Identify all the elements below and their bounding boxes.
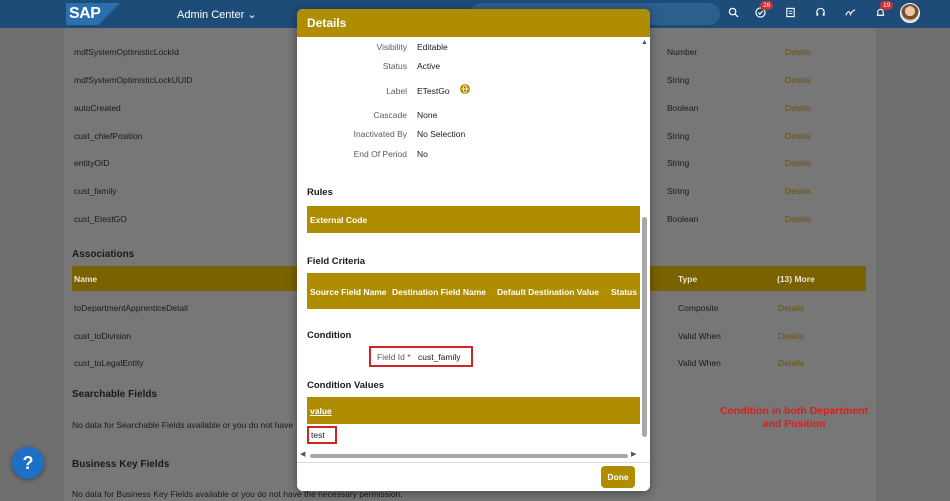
field-type: Number <box>667 47 698 57</box>
status-value: Active <box>417 61 441 71</box>
end-of-period-label: End Of Period <box>353 149 407 159</box>
dialog-body[interactable]: Visibility Editable Status Active Label … <box>297 37 650 462</box>
inactivated-by-value: No Selection <box>417 129 466 139</box>
value-column[interactable]: value <box>310 406 332 416</box>
default-destination-value-column: Default Destination Value <box>497 287 600 297</box>
annotation-note: Condition in both Department and Positio… <box>719 405 869 430</box>
value-cell: test <box>311 430 325 440</box>
scroll-right-icon[interactable]: ▶ <box>631 450 636 458</box>
approvals-badge: 26 <box>760 1 774 10</box>
name-column-header: Name <box>74 274 98 284</box>
association-type: Valid When <box>678 358 721 368</box>
end-of-period-value: No <box>417 149 428 159</box>
vertical-scrollbar[interactable]: ▲ <box>640 37 649 442</box>
horizontal-scroll-thumb[interactable] <box>310 454 628 458</box>
approvals-icon[interactable]: 26 <box>752 1 774 22</box>
app-title-menu[interactable]: Admin Center ⌄ <box>177 8 257 21</box>
details-link[interactable]: Details <box>785 75 811 85</box>
details-link[interactable]: Details <box>785 47 811 57</box>
notifications-badge: 19 <box>880 1 894 10</box>
visibility-label: Visibility <box>376 42 407 52</box>
association-name: cust_toDivision <box>74 331 132 341</box>
details-link[interactable]: Details <box>785 131 811 141</box>
rules-title: Rules <box>307 187 333 198</box>
condition-values-title: Condition Values <box>307 380 385 391</box>
field-id-value: cust_family <box>418 352 461 362</box>
field-id-highlight: Field Id * cust_family <box>369 346 473 367</box>
dialog-footer: Done <box>297 462 650 491</box>
details-link[interactable]: Details <box>778 331 804 341</box>
required-marker: * <box>407 352 411 362</box>
field-type: Boolean <box>667 214 699 224</box>
globe-icon[interactable] <box>460 84 470 94</box>
done-button[interactable]: Done <box>601 466 635 488</box>
association-name: cust_toLegalEntity <box>74 358 144 368</box>
condition-title: Condition <box>307 330 352 341</box>
association-type: Valid When <box>678 331 721 341</box>
label-value: ETestGo <box>417 86 450 96</box>
field-type: String <box>667 131 690 141</box>
notifications-icon[interactable]: 19 <box>872 1 894 22</box>
rules-table-header: External Code <box>307 206 640 233</box>
field-criteria-title: Field Criteria <box>307 256 366 267</box>
field-name: entityOID <box>74 158 110 168</box>
details-dialog: Details Visibility Editable Status Activ… <box>297 9 650 491</box>
status-column: Status <box>611 287 637 297</box>
details-link[interactable]: Details <box>778 358 804 368</box>
field-type: String <box>667 158 690 168</box>
field-name: cust_chiefPosition <box>74 131 143 141</box>
avatar[interactable] <box>900 3 920 23</box>
external-code-column: External Code <box>310 215 368 225</box>
field-id-label: Field Id * <box>377 352 411 362</box>
field-criteria-table-header: Source Field Name Destination Field Name… <box>307 273 640 309</box>
field-name: cust_EtestGO <box>74 214 127 224</box>
source-field-name-column: Source Field Name <box>310 287 387 297</box>
reports-icon[interactable] <box>782 6 798 22</box>
search-icon[interactable] <box>725 6 741 22</box>
dialog-title: Details <box>297 9 650 37</box>
association-type: Composite <box>678 303 719 313</box>
details-link[interactable]: Details <box>785 214 811 224</box>
inactivated-by-label: Inactivated By <box>353 129 407 139</box>
field-type: Boolean <box>667 103 699 113</box>
association-name: toDepartmentApprenticeDetail <box>74 303 188 313</box>
details-link[interactable]: Details <box>785 158 811 168</box>
details-link[interactable]: Details <box>785 103 811 113</box>
field-name: mdfSystemOptimisticLockUUID <box>74 75 193 85</box>
status-label: Status <box>382 61 407 71</box>
sign-icon[interactable] <box>842 6 858 22</box>
vertical-scroll-thumb[interactable] <box>642 217 647 437</box>
field-name: mdfSystemOptimisticLockId <box>74 47 179 57</box>
cascade-value: None <box>417 110 438 120</box>
value-row-highlight: test <box>307 426 337 444</box>
searchable-fields-empty: No data for Searchable Fields available … <box>72 420 294 430</box>
horizontal-scrollbar[interactable]: ◀ ▶ <box>297 450 640 462</box>
more-columns-button[interactable]: (13) More <box>777 274 815 284</box>
chevron-down-icon: ⌄ <box>247 9 257 21</box>
field-type: String <box>667 186 690 196</box>
label-label: Label <box>386 86 407 96</box>
support-icon[interactable] <box>812 6 828 22</box>
details-link[interactable]: Details <box>785 186 811 196</box>
field-name: cust_family <box>74 186 117 196</box>
field-name: autoCreated <box>74 103 121 113</box>
associations-title: Associations <box>72 249 135 260</box>
condition-values-table-header: value <box>307 397 640 424</box>
type-column-header: Type <box>678 274 698 284</box>
scroll-left-icon[interactable]: ◀ <box>300 450 305 458</box>
searchable-fields-title: Searchable Fields <box>72 389 158 400</box>
visibility-value: Editable <box>417 42 448 52</box>
destination-field-name-column: Destination Field Name <box>392 287 486 297</box>
details-link[interactable]: Details <box>778 303 804 313</box>
sap-logo[interactable]: SAP <box>66 3 120 25</box>
business-key-fields-title: Business Key Fields <box>72 459 170 470</box>
field-type: String <box>667 75 690 85</box>
help-button[interactable]: ? <box>12 447 44 479</box>
cascade-label: Cascade <box>373 110 407 120</box>
scroll-up-icon[interactable]: ▲ <box>641 39 648 46</box>
